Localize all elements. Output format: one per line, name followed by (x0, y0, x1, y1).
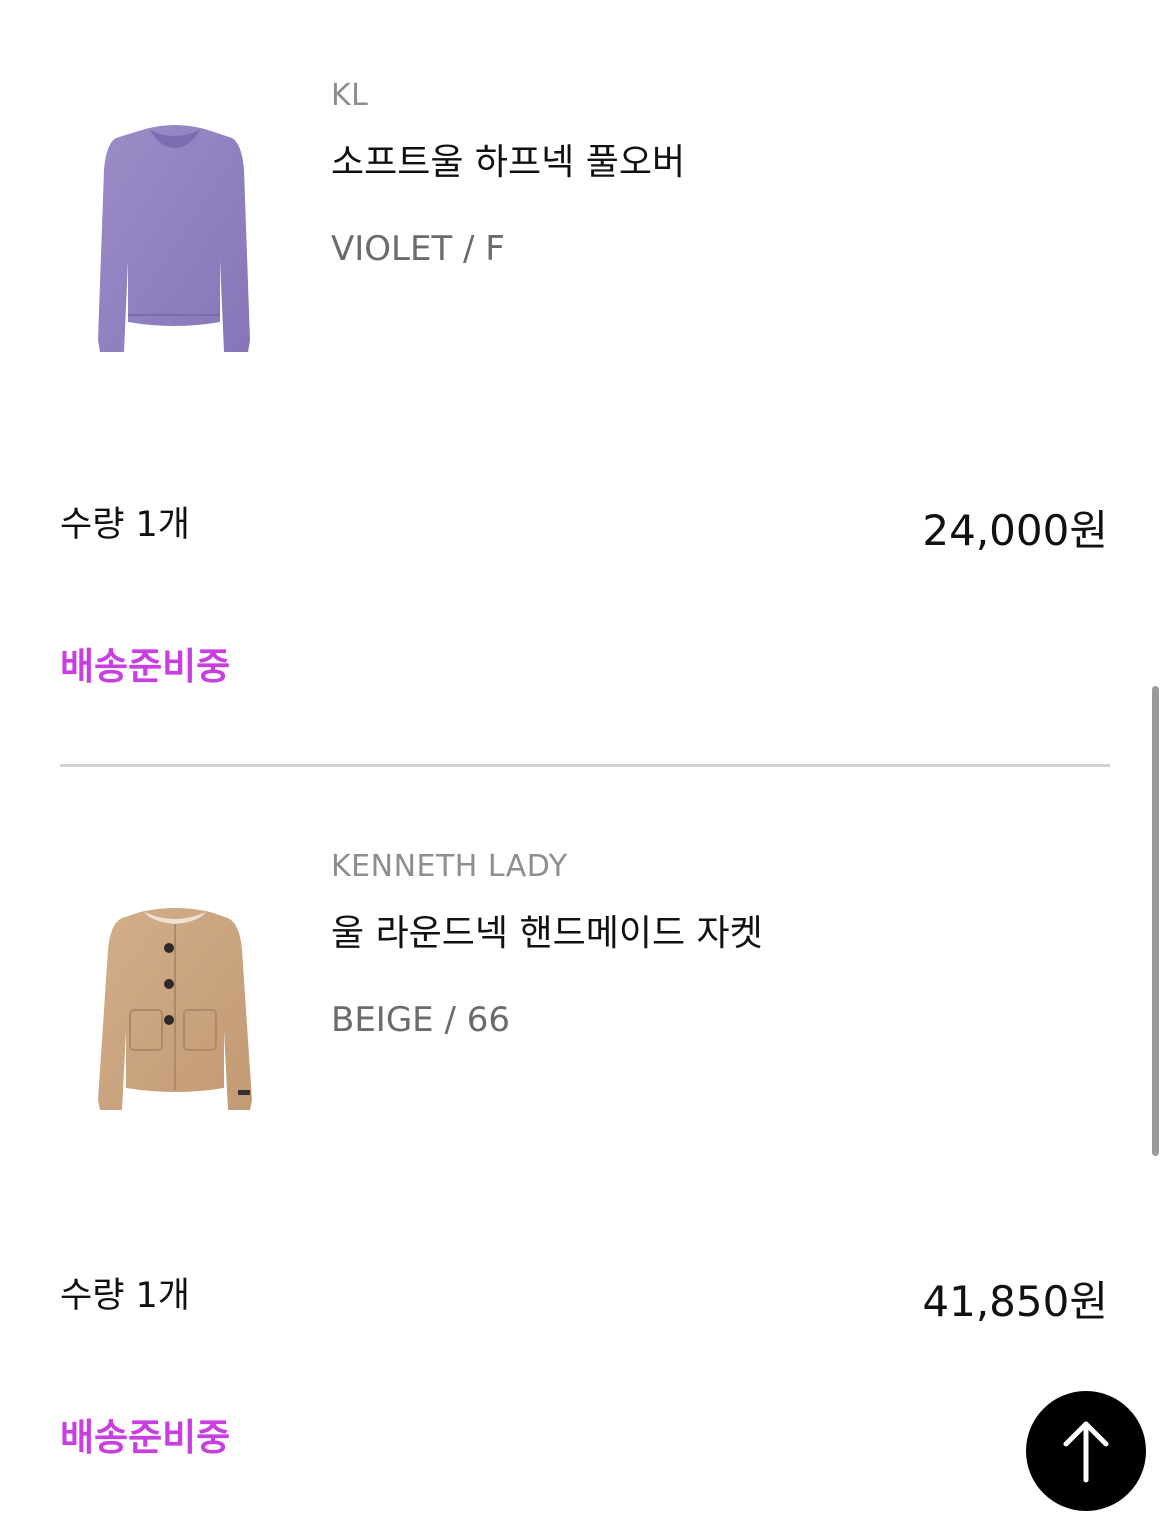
scroll-to-top-button[interactable] (1026, 1391, 1146, 1511)
product-image[interactable] (60, 860, 290, 1160)
quantity-label: 수량 1개 (60, 1276, 190, 1316)
quantity-label: 수량 1개 (60, 505, 190, 545)
brand-name: KENNETH LADY (331, 849, 568, 884)
product-name[interactable]: 울 라운드넥 핸드메이드 자켓 (331, 904, 763, 956)
brand-name: KL (331, 78, 369, 113)
price: 24,000원 (922, 506, 1108, 555)
status-badge: 배송준비중 (60, 645, 231, 688)
status-badge: 배송준비중 (60, 1416, 231, 1459)
product-option: BEIGE / 66 (331, 1000, 510, 1040)
jacket-image (98, 908, 252, 1110)
scrollbar[interactable] (1152, 686, 1159, 1156)
sweater-image (98, 125, 250, 352)
price: 41,850원 (922, 1277, 1108, 1326)
product-image[interactable] (60, 90, 290, 390)
product-name[interactable]: 소프트울 하프넥 풀오버 (331, 133, 685, 185)
arrow-up-icon (1063, 1421, 1109, 1483)
divider (60, 764, 1110, 767)
product-option: VIOLET / F (331, 229, 505, 269)
